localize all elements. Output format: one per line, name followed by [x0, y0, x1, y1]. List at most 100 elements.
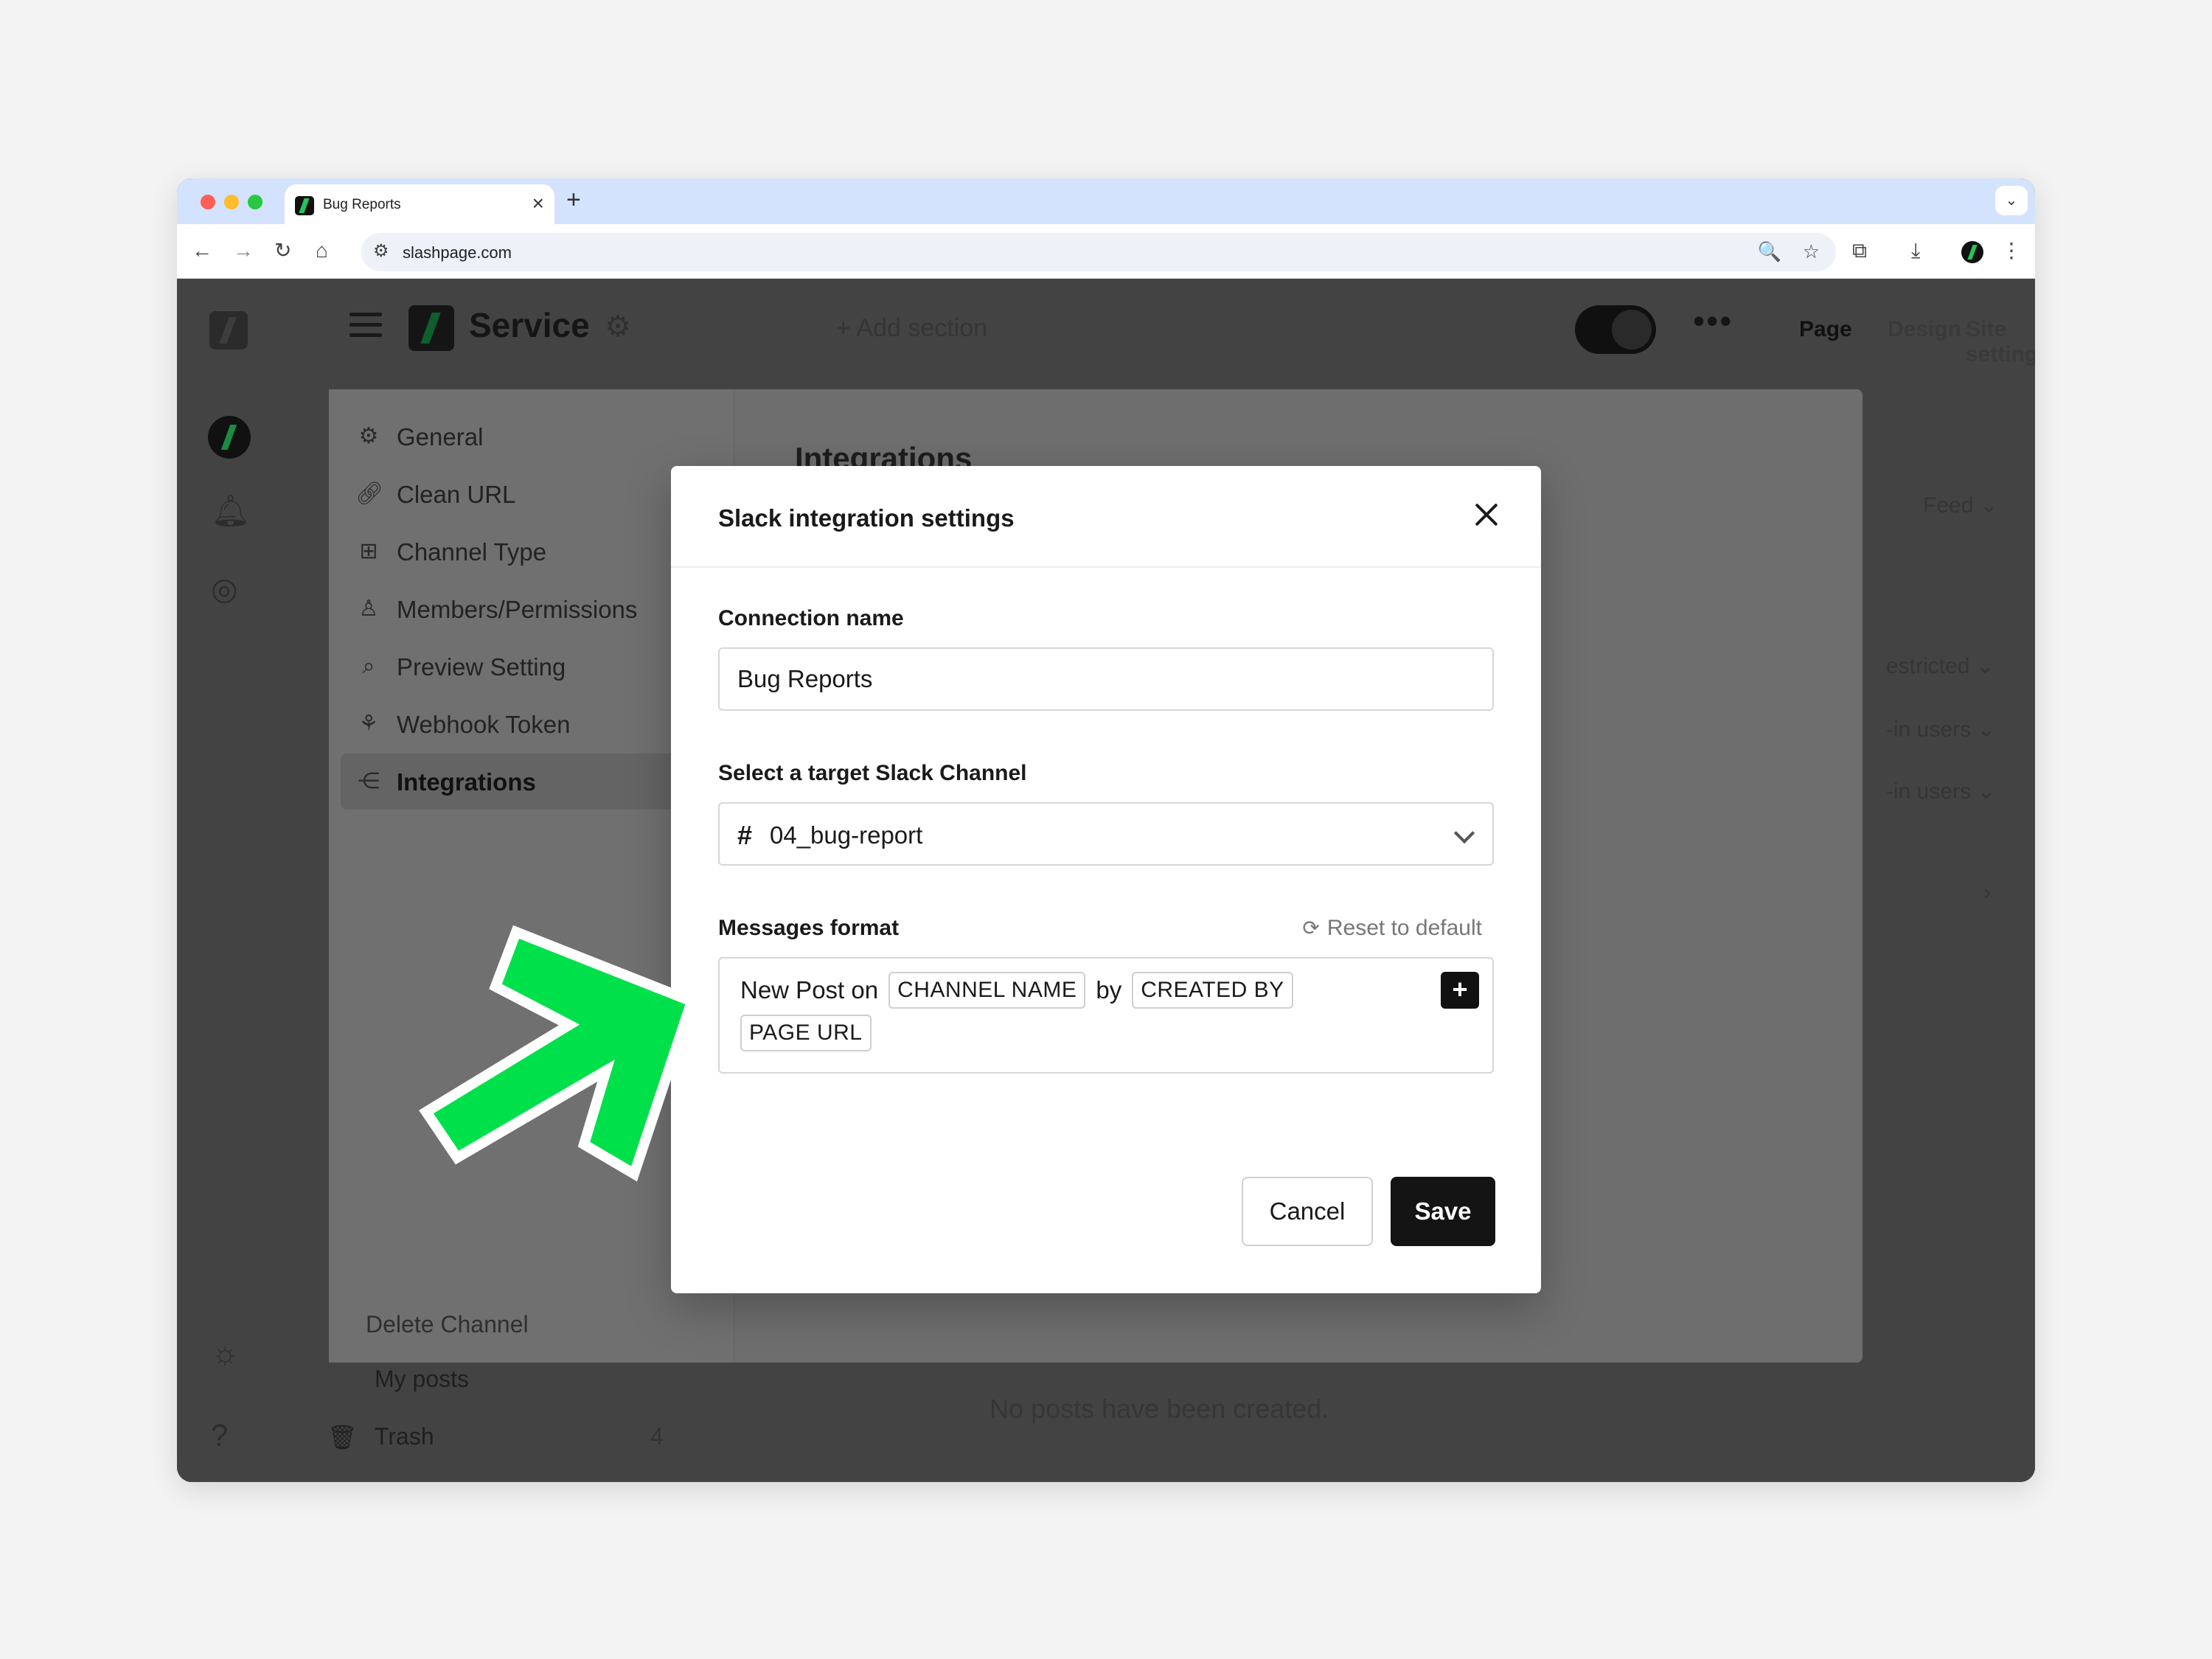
- trash-icon[interactable]: 🗑︎: [327, 1423, 358, 1451]
- slashpage-favicon-icon: [295, 196, 314, 215]
- cancel-button[interactable]: Cancel: [1242, 1177, 1373, 1246]
- home-icon[interactable]: ⌂: [316, 237, 328, 264]
- close-window-button[interactable]: [201, 195, 215, 209]
- service-settings-gear-icon[interactable]: ⚙: [605, 310, 631, 344]
- save-button[interactable]: Save: [1391, 1177, 1495, 1246]
- close-icon[interactable]: [1470, 498, 1503, 531]
- service-logo-icon: [408, 305, 454, 351]
- profile-avatar[interactable]: [1961, 241, 1983, 263]
- browser-toolbar: ← → ↻ ⌂ ⚙ slashpage.com 🔍 ☆ ⧉ ⤓ ⋮: [177, 224, 2035, 279]
- tab-title: Bug Reports: [323, 197, 401, 212]
- tab-design[interactable]: Design: [1888, 317, 1961, 342]
- gear-icon: ⚙: [358, 424, 379, 448]
- extensions-icon[interactable]: ⧉: [1852, 237, 1867, 264]
- app-title[interactable]: Service: [469, 305, 590, 345]
- address-bar[interactable]: ⚙ slashpage.com 🔍 ☆: [361, 233, 1836, 271]
- settings-item-general[interactable]: ⚙ General: [341, 408, 687, 465]
- annotation-arrow-icon: [419, 925, 698, 1182]
- minimize-window-button[interactable]: [224, 195, 239, 209]
- bookmark-star-icon[interactable]: ☆: [1803, 240, 1820, 263]
- add-section-button[interactable]: + Add section: [836, 314, 987, 343]
- slack-channel-label: Select a target Slack Channel: [718, 761, 1027, 785]
- rail-logo-icon[interactable]: [209, 311, 248, 349]
- comment-permission-select[interactable]: -in users ⌄: [1886, 779, 1996, 804]
- settings-item-label: Integrations: [397, 768, 536, 796]
- settings-item-label: Members/Permissions: [397, 596, 638, 623]
- settings-item-channel-type[interactable]: ⊞ Channel Type: [341, 524, 687, 580]
- reset-to-default-label: Reset to default: [1326, 916, 1482, 940]
- user-icon: ♙: [358, 597, 379, 621]
- back-arrow-icon[interactable]: ←: [192, 237, 212, 264]
- hash-icon: #: [737, 820, 753, 850]
- download-icon[interactable]: ⤓: [1911, 237, 1920, 264]
- settings-item-label: Clean URL: [397, 481, 516, 508]
- settings-item-clean-url[interactable]: 🔗︎ Clean URL: [341, 466, 687, 522]
- webhook-icon: ⚘: [358, 712, 379, 736]
- token-channel-name[interactable]: CHANNEL NAME: [888, 972, 1086, 1009]
- tab-page[interactable]: Page: [1799, 317, 1852, 342]
- tab-site-settings[interactable]: Site settings: [1966, 317, 2035, 367]
- browser-tab[interactable]: Bug Reports ×: [285, 184, 554, 226]
- modal-title: Slack integration settings: [718, 504, 1015, 532]
- tab-close-icon[interactable]: ×: [532, 193, 544, 214]
- link-icon: 🔗︎: [355, 481, 384, 506]
- messages-format-label: Messages format: [718, 916, 900, 940]
- integrations-icon: ⋲: [358, 769, 380, 793]
- chevron-down-icon: [1453, 822, 1475, 844]
- left-rail: 🔔︎ ◎ ☼ ?: [177, 279, 280, 1482]
- bell-icon[interactable]: 🔔︎: [211, 493, 250, 529]
- chevron-right-icon[interactable]: ›: [1983, 880, 1991, 905]
- format-text: by: [1096, 976, 1122, 1004]
- more-options-icon[interactable]: •••: [1693, 301, 1733, 341]
- settings-item-preview-setting[interactable]: ⌕ Preview Setting: [341, 639, 687, 695]
- zoom-icon[interactable]: 🔍: [1758, 240, 1781, 263]
- trash-count: 4: [650, 1423, 664, 1450]
- feed-select[interactable]: Feed ⌄: [1923, 493, 1998, 518]
- visibility-select[interactable]: estricted ⌄: [1886, 653, 1994, 679]
- url-text[interactable]: slashpage.com: [403, 243, 512, 262]
- messages-format-editor[interactable]: New Post on CHANNEL NAME by CREATED BY P…: [718, 957, 1494, 1074]
- connection-name-label: Connection name: [718, 606, 904, 630]
- settings-item-members-permissions[interactable]: ♙ Members/Permissions: [341, 581, 687, 637]
- settings-item-label: Webhook Token: [397, 711, 571, 738]
- token-created-by[interactable]: CREATED BY: [1132, 972, 1293, 1009]
- preview-icon: ⌕: [362, 654, 375, 678]
- layout-icon: ⊞: [359, 539, 378, 563]
- site-info-icon[interactable]: ⚙: [373, 240, 389, 262]
- hamburger-menu-icon[interactable]: [349, 313, 382, 338]
- write-permission-select[interactable]: -in users ⌄: [1886, 717, 1996, 742]
- tab-bar: Bug Reports × + ⌄: [177, 178, 2035, 226]
- reset-to-default-button[interactable]: ⟳ Reset to default: [1302, 916, 1482, 941]
- settings-item-integrations[interactable]: ⋲ Integrations: [341, 754, 687, 810]
- settings-item-label: General: [397, 423, 484, 451]
- nav-trash[interactable]: Trash: [375, 1423, 434, 1450]
- forward-arrow-icon[interactable]: →: [233, 237, 254, 264]
- modal-header: Slack integration settings: [671, 466, 1541, 568]
- tab-search-button[interactable]: ⌄: [1995, 186, 2028, 215]
- nav-my-posts[interactable]: My posts: [375, 1366, 469, 1393]
- format-line-1: New Post on CHANNEL NAME by CREATED BY: [740, 972, 1293, 1009]
- settings-item-label: Channel Type: [397, 538, 547, 566]
- delete-channel-button[interactable]: Delete Channel: [366, 1311, 529, 1338]
- settings-item-label: Preview Setting: [397, 653, 566, 681]
- compass-icon[interactable]: ◎: [211, 571, 238, 608]
- add-token-button[interactable]: +: [1441, 972, 1479, 1009]
- app-header: Service ⚙ + Add section ••• Page Design …: [280, 279, 2035, 388]
- kebab-menu-icon[interactable]: ⋮: [2001, 237, 2022, 264]
- settings-item-webhook-token[interactable]: ⚘ Webhook Token: [341, 696, 687, 752]
- new-tab-button[interactable]: +: [566, 187, 581, 212]
- token-page-url[interactable]: PAGE URL: [740, 1015, 872, 1051]
- reload-icon[interactable]: ↻: [274, 237, 291, 264]
- help-icon[interactable]: ?: [211, 1417, 228, 1454]
- connection-name-input[interactable]: [718, 647, 1494, 711]
- workspace-avatar[interactable]: [208, 416, 251, 459]
- sun-icon[interactable]: ☼: [211, 1335, 240, 1371]
- maximize-window-button[interactable]: [248, 195, 262, 209]
- format-line-2: PAGE URL: [740, 1015, 872, 1051]
- refresh-icon: ⟳: [1302, 917, 1320, 939]
- format-text: New Post on: [740, 976, 879, 1004]
- empty-state-text: No posts have been created.: [990, 1394, 1329, 1424]
- slack-channel-select[interactable]: # 04_bug-report: [718, 802, 1494, 866]
- edit-mode-toggle[interactable]: [1575, 305, 1656, 354]
- slack-integration-modal: Slack integration settings Connection na…: [671, 466, 1541, 1293]
